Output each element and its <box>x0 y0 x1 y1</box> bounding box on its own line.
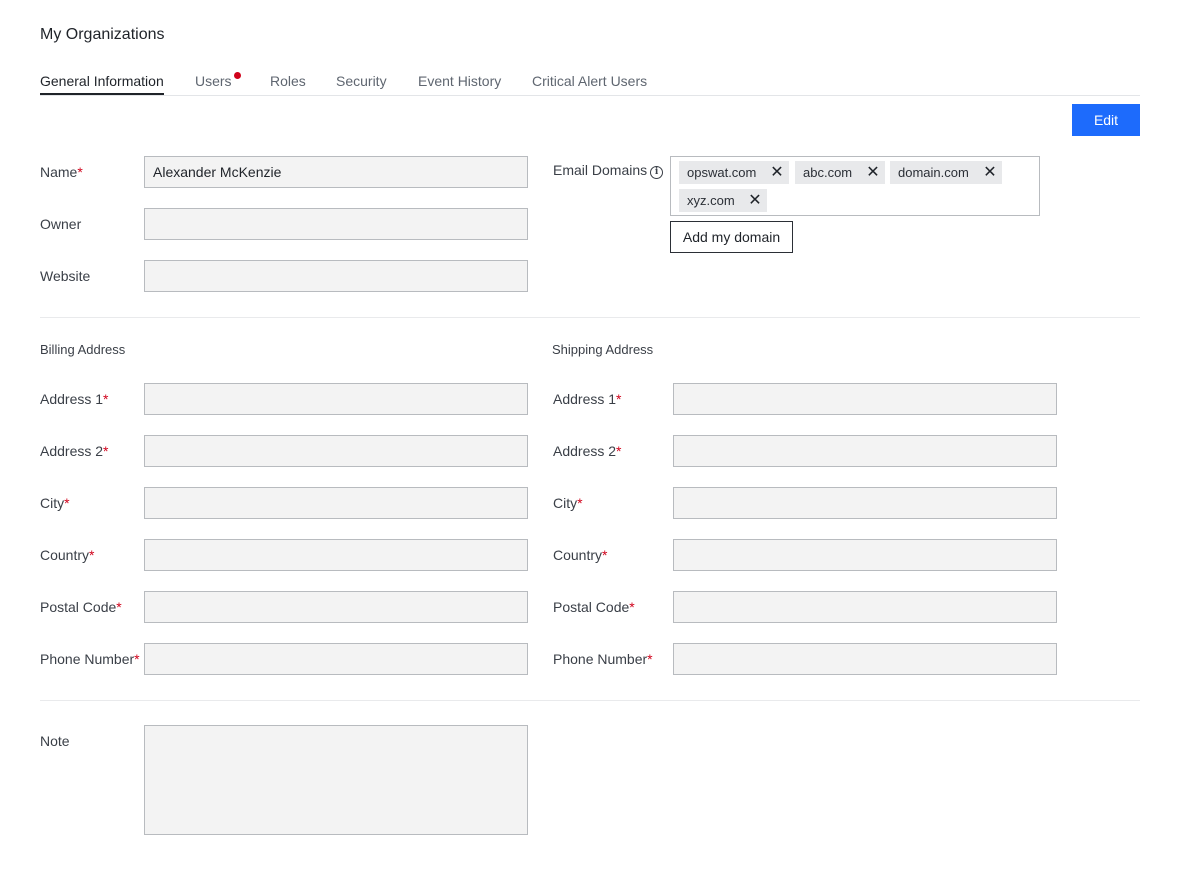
owner-label: Owner <box>40 216 82 232</box>
shipping-address1-field[interactable] <box>673 383 1057 415</box>
billing-postal-code-field[interactable] <box>144 591 528 623</box>
remove-domain-icon[interactable]: ✕ <box>982 161 998 184</box>
billing-address2-field[interactable] <box>144 435 528 467</box>
shipping-country-field[interactable] <box>673 539 1057 571</box>
shipping-postal-code-label: Postal Code* <box>553 599 635 615</box>
shipping-phone-label: Phone Number* <box>553 651 653 667</box>
shipping-address2-field[interactable] <box>673 435 1057 467</box>
domain-chip: xyz.com ✕ <box>679 189 767 212</box>
domain-chip-label: domain.com <box>898 165 969 180</box>
note-textarea[interactable] <box>144 725 528 835</box>
page-title: My Organizations <box>40 26 165 43</box>
domain-chip-label: opswat.com <box>687 165 757 180</box>
billing-country-label: Country* <box>40 547 95 563</box>
billing-postal-code-label: Postal Code* <box>40 599 122 615</box>
divider <box>40 700 1140 701</box>
edit-button[interactable]: Edit <box>1072 104 1140 136</box>
domain-chip: domain.com ✕ <box>890 161 1002 184</box>
email-domains-label: Email Domains i <box>553 162 664 179</box>
tab-roles[interactable]: Roles <box>270 73 306 93</box>
owner-field[interactable] <box>144 208 528 240</box>
tab-critical-alert-users[interactable]: Critical Alert Users <box>532 73 647 93</box>
shipping-city-label: City* <box>553 495 583 511</box>
billing-address1-field[interactable] <box>144 383 528 415</box>
billing-country-field[interactable] <box>144 539 528 571</box>
shipping-country-label: Country* <box>553 547 608 563</box>
billing-address-title: Billing Address <box>40 342 126 357</box>
shipping-phone-field[interactable] <box>673 643 1057 675</box>
shipping-address-title: Shipping Address <box>552 342 654 357</box>
billing-phone-label: Phone Number* <box>40 651 140 667</box>
tab-security[interactable]: Security <box>336 73 387 93</box>
add-my-domain-button[interactable]: Add my domain <box>670 221 793 253</box>
name-label: Name* <box>40 164 83 180</box>
tab-bar: General Information Users Roles Security… <box>40 72 1140 96</box>
remove-domain-icon[interactable]: ✕ <box>747 189 763 212</box>
tab-event-history[interactable]: Event History <box>418 73 501 93</box>
tab-general-information[interactable]: General Information <box>40 73 164 95</box>
website-label: Website <box>40 268 91 284</box>
name-field[interactable]: Alexander McKenzie <box>144 156 528 188</box>
shipping-postal-code-field[interactable] <box>673 591 1057 623</box>
tab-users[interactable]: Users <box>195 72 241 93</box>
email-domains-input[interactable]: opswat.com ✕ abc.com ✕ domain.com ✕ xyz.… <box>670 156 1040 216</box>
billing-address1-label: Address 1* <box>40 391 109 407</box>
domain-chip: opswat.com ✕ <box>679 161 789 184</box>
remove-domain-icon[interactable]: ✕ <box>865 161 881 184</box>
billing-city-label: City* <box>40 495 70 511</box>
notification-dot <box>233 72 241 79</box>
billing-address2-label: Address 2* <box>40 443 109 459</box>
shipping-address1-label: Address 1* <box>553 391 622 407</box>
shipping-address2-label: Address 2* <box>553 443 622 459</box>
note-label: Note <box>40 733 70 749</box>
remove-domain-icon[interactable]: ✕ <box>769 161 785 184</box>
billing-phone-field[interactable] <box>144 643 528 675</box>
divider <box>40 317 1140 318</box>
domain-chip-label: xyz.com <box>687 193 735 208</box>
domain-chip-label: abc.com <box>803 165 853 180</box>
website-field[interactable] <box>144 260 528 292</box>
info-icon[interactable]: i <box>650 166 664 179</box>
tab-users-label: Users <box>195 73 232 89</box>
billing-city-field[interactable] <box>144 487 528 519</box>
domain-chip: abc.com ✕ <box>795 161 885 184</box>
shipping-city-field[interactable] <box>673 487 1057 519</box>
